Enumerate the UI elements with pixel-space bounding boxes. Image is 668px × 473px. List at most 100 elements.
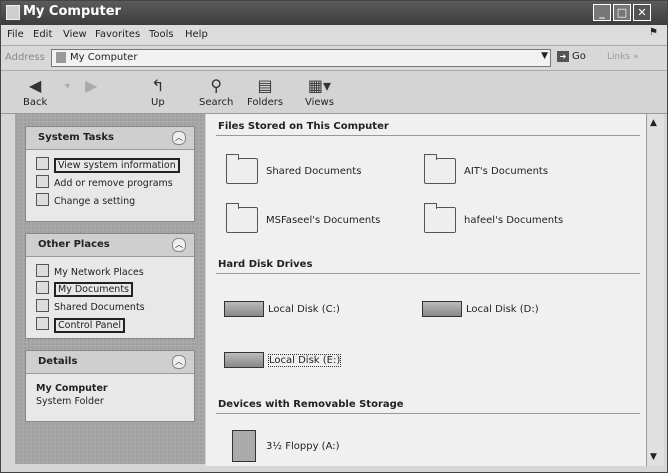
scroll-down-icon[interactable]: ▼ <box>650 452 657 462</box>
other-places-panel: Other Places ︿ My Network Places My Docu… <box>25 233 195 339</box>
back-arrow-icon: ◀ <box>28 76 42 95</box>
disk-label: Local Disk (E:) <box>268 354 342 367</box>
search-button[interactable]: ⚲ Search <box>199 75 233 108</box>
back-button[interactable]: ◀ Back <box>23 75 47 108</box>
section-divider <box>216 413 640 414</box>
system-tasks-panel: System Tasks ︿ View system information A… <box>25 126 195 222</box>
close-button[interactable]: ✕ <box>633 4 651 21</box>
menu-bar: File Edit View Favorites Tools Help ⚑ <box>1 25 667 46</box>
menu-view[interactable]: View <box>63 29 87 40</box>
section-files-stored: Files Stored on This Computer <box>218 121 389 132</box>
place-label: My Network Places <box>54 267 144 278</box>
task-add-remove-programs[interactable]: Add or remove programs <box>36 175 173 189</box>
section-divider <box>216 135 640 136</box>
folder-item[interactable]: Shared Documents <box>226 154 362 184</box>
content-pane: Files Stored on This Computer Shared Doc… <box>206 114 646 466</box>
details-name: My Computer <box>36 383 108 394</box>
control-panel-icon <box>36 317 49 330</box>
links-label: Links <box>607 52 631 62</box>
folder-item[interactable]: hafeel's Documents <box>424 203 564 233</box>
windows-logo-icon: ⚑ <box>649 27 658 38</box>
disk-label: Local Disk (C:) <box>268 304 340 315</box>
minimize-button[interactable]: _ <box>593 4 611 21</box>
section-hard-disk-drives: Hard Disk Drives <box>218 259 313 270</box>
menu-edit[interactable]: Edit <box>33 29 52 40</box>
folder-icon <box>36 299 49 312</box>
disk-item-d[interactable]: Local Disk (D:) <box>422 301 539 317</box>
views-button[interactable]: ▦▾ Views <box>305 75 334 108</box>
folder-icon <box>424 203 456 233</box>
system-tasks-title: System Tasks <box>38 132 114 143</box>
address-value: My Computer <box>70 52 138 63</box>
task-label: Add or remove programs <box>54 178 173 189</box>
disk-item-e[interactable]: Local Disk (E:) <box>224 352 342 368</box>
title-bar[interactable]: My Computer _ □ ✕ <box>1 1 667 25</box>
maximize-button[interactable]: □ <box>613 4 631 21</box>
floppy-label: 3½ Floppy (A:) <box>266 441 340 452</box>
computer-icon <box>56 52 66 63</box>
go-label: Go <box>572 51 586 62</box>
programs-icon <box>36 175 49 188</box>
chevron-down-icon[interactable]: ▼ <box>541 51 548 61</box>
folder-icon <box>226 154 258 184</box>
vertical-scrollbar[interactable]: ▲ ▼ <box>646 114 664 466</box>
search-label: Search <box>199 97 234 108</box>
links-button[interactable]: Links » <box>607 52 639 62</box>
back-label: Back <box>23 97 48 108</box>
folders-button[interactable]: ▤ Folders <box>247 75 283 108</box>
search-icon: ⚲ <box>210 76 223 95</box>
system-tasks-header[interactable]: System Tasks ︿ <box>26 127 194 150</box>
collapse-icon[interactable]: ︿ <box>172 131 186 145</box>
forward-button[interactable]: ▶ <box>85 75 97 97</box>
place-shared-documents[interactable]: Shared Documents <box>36 299 145 313</box>
place-control-panel[interactable]: Control Panel <box>36 317 125 333</box>
folder-label: AIT's Documents <box>464 166 549 177</box>
task-view-system-information[interactable]: View system information <box>36 157 180 173</box>
address-field[interactable]: My Computer ▼ <box>51 49 551 67</box>
place-my-documents[interactable]: My Documents <box>36 281 134 297</box>
disk-item-c[interactable]: Local Disk (C:) <box>224 301 340 317</box>
task-pane: System Tasks ︿ View system information A… <box>15 114 205 464</box>
other-places-header[interactable]: Other Places ︿ <box>26 234 194 257</box>
folder-icon <box>424 154 456 184</box>
hard-disk-icon <box>224 352 264 368</box>
collapse-icon[interactable]: ︿ <box>172 355 186 369</box>
toolbar: ◀ Back ▾ ▶ ↰ Up ⚲ Search ▤ Folders ▦▾ Vi… <box>1 71 667 114</box>
place-label: My Documents <box>54 282 134 297</box>
go-arrow-icon: ➜ <box>557 51 569 62</box>
folder-label: Shared Documents <box>266 166 362 177</box>
folder-item[interactable]: MSFaseel's Documents <box>226 203 381 233</box>
folders-icon: ▤ <box>257 76 273 95</box>
folder-label: hafeel's Documents <box>464 215 564 226</box>
back-dropdown-icon[interactable]: ▾ <box>65 81 70 92</box>
menu-tools[interactable]: Tools <box>149 29 174 40</box>
task-change-setting[interactable]: Change a setting <box>36 193 135 207</box>
floppy-item-a[interactable]: 3½ Floppy (A:) <box>232 430 340 462</box>
hard-disk-icon <box>224 301 264 317</box>
scroll-up-icon[interactable]: ▲ <box>650 118 657 128</box>
folder-label: MSFaseel's Documents <box>266 215 381 226</box>
menu-file[interactable]: File <box>7 29 24 40</box>
folder-icon <box>226 203 258 233</box>
place-my-network-places[interactable]: My Network Places <box>36 264 144 278</box>
section-divider <box>216 273 640 274</box>
up-button[interactable]: ↰ Up <box>151 75 165 108</box>
address-bar: Address My Computer ▼ ➜ Go Links » <box>1 46 667 71</box>
section-removable-storage: Devices with Removable Storage <box>218 399 404 410</box>
go-button[interactable]: ➜ Go <box>557 51 586 62</box>
place-label: Control Panel <box>54 318 125 333</box>
menu-favorites[interactable]: Favorites <box>95 29 140 40</box>
collapse-icon[interactable]: ︿ <box>172 238 186 252</box>
folder-item[interactable]: AIT's Documents <box>424 154 549 184</box>
views-icon: ▦▾ <box>307 76 332 95</box>
up-folder-icon: ↰ <box>151 76 165 95</box>
details-panel: Details ︿ My Computer System Folder <box>25 350 195 422</box>
details-header[interactable]: Details ︿ <box>26 351 194 374</box>
place-label: Shared Documents <box>54 302 145 313</box>
menu-help[interactable]: Help <box>185 29 208 40</box>
floppy-drive-icon <box>232 430 256 462</box>
folders-label: Folders <box>247 97 284 108</box>
my-computer-window: My Computer _ □ ✕ File Edit View Favorit… <box>0 0 668 473</box>
folder-icon <box>36 281 49 294</box>
task-label: Change a setting <box>54 196 136 207</box>
